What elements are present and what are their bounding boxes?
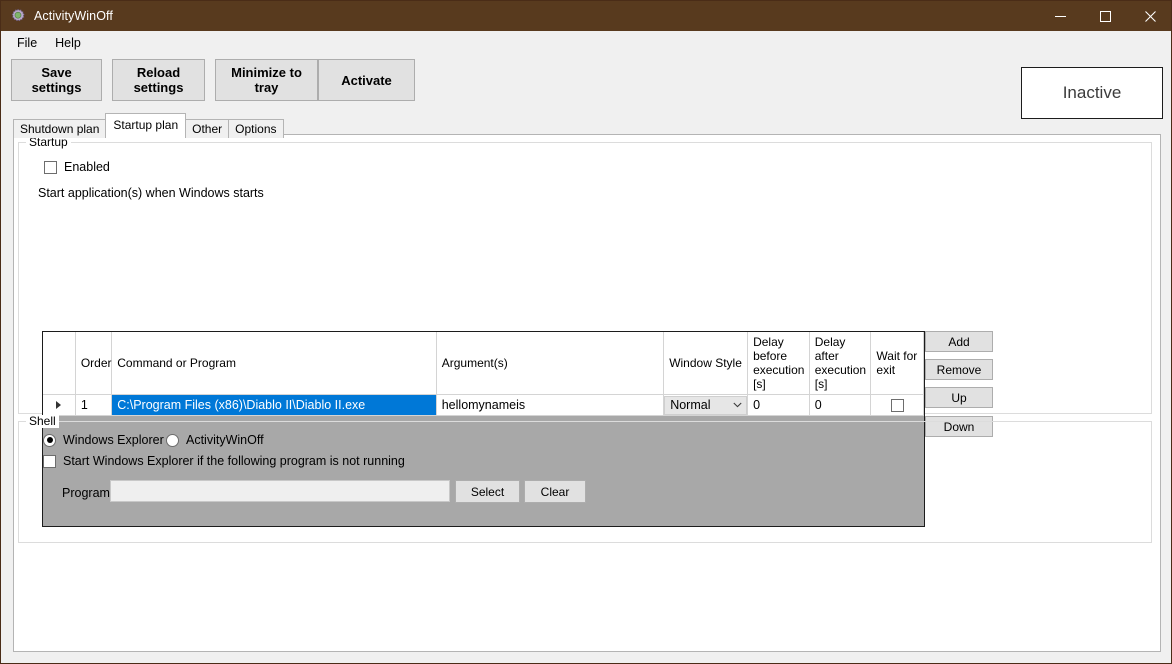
- checkbox-box: [44, 160, 57, 174]
- shell-radio-windows-explorer[interactable]: Windows Explorer: [43, 433, 164, 447]
- menu-item-file[interactable]: File: [8, 33, 46, 53]
- status-badge: Inactive: [1021, 67, 1163, 119]
- window-controls: [1038, 1, 1171, 31]
- cell-wait-for-exit[interactable]: [870, 394, 924, 416]
- start-explorer-checkbox[interactable]: Start Windows Explorer if the following …: [43, 454, 405, 468]
- window-title: ActivityWinOff: [34, 9, 113, 23]
- grid-col-arguments[interactable]: Argument(s): [436, 332, 665, 395]
- tab-options[interactable]: Options: [228, 119, 284, 138]
- tab-panel-startup-plan: Startup Enabled Start application(s) whe…: [13, 134, 1161, 652]
- grid-header-row: Order Command or Program Argument(s) Win…: [43, 332, 924, 395]
- grid-col-selector[interactable]: [43, 332, 76, 395]
- grid-col-command[interactable]: Command or Program: [111, 332, 437, 395]
- start-explorer-label: Start Windows Explorer if the following …: [63, 454, 405, 468]
- chevron-down-icon[interactable]: [729, 402, 746, 408]
- app-gear-icon: [10, 8, 26, 24]
- row-selector-cell[interactable]: [43, 394, 76, 416]
- radio-circle: [166, 433, 179, 447]
- table-row[interactable]: 1 C:\Program Files (x86)\Diablo II\Diabl…: [43, 394, 924, 416]
- startup-enabled-label: Enabled: [64, 160, 110, 174]
- tab-startup-plan[interactable]: Startup plan: [105, 113, 187, 135]
- select-button[interactable]: Select: [455, 480, 520, 503]
- grid-col-order[interactable]: Order: [75, 332, 113, 395]
- grid-col-wait-for-exit[interactable]: Wait for exit: [870, 332, 924, 395]
- radio-circle: [43, 433, 56, 447]
- tab-strip: Shutdown plan Startup plan Other Options: [13, 113, 1161, 138]
- shell-radio-activitywinoff[interactable]: ActivityWinOff: [166, 433, 264, 447]
- shell-radio-activitywinoff-label: ActivityWinOff: [186, 433, 264, 447]
- startup-enabled-checkbox[interactable]: Enabled: [44, 160, 110, 174]
- activate-button[interactable]: Activate: [318, 59, 415, 101]
- startup-instruction-label: Start application(s) when Windows starts: [38, 186, 264, 200]
- add-button[interactable]: Add: [925, 331, 993, 352]
- menu-bar: File Help: [2, 31, 1171, 54]
- cell-delay-after[interactable]: 0: [809, 394, 872, 416]
- maximize-icon[interactable]: [1083, 1, 1128, 31]
- checkbox-box: [43, 454, 56, 468]
- shell-radio-windows-explorer-label: Windows Explorer: [63, 433, 164, 447]
- menu-item-help[interactable]: Help: [46, 33, 90, 53]
- close-icon[interactable]: [1128, 1, 1171, 31]
- grid-col-delay-before[interactable]: Delay before execution [s]: [747, 332, 810, 395]
- cell-arguments[interactable]: hellomynameis: [436, 394, 665, 416]
- cell-delay-before[interactable]: 0: [747, 394, 810, 416]
- shell-group-legend: Shell: [26, 415, 59, 428]
- minimize-to-tray-button[interactable]: Minimize to tray: [215, 59, 318, 101]
- up-button[interactable]: Up: [925, 387, 993, 408]
- cell-command[interactable]: C:\Program Files (x86)\Diablo II\Diablo …: [111, 394, 437, 416]
- cell-window-style[interactable]: Normal: [663, 394, 749, 416]
- reload-settings-button[interactable]: Reload settings: [112, 59, 205, 101]
- tab-other[interactable]: Other: [185, 119, 230, 138]
- save-settings-button[interactable]: Save settings: [11, 59, 102, 101]
- grid-col-delay-after[interactable]: Delay after execution [s]: [809, 332, 872, 395]
- status-badge-label: Inactive: [1062, 83, 1122, 102]
- wait-for-exit-checkbox[interactable]: [890, 398, 904, 412]
- window-style-value: Normal: [670, 398, 711, 412]
- program-input[interactable]: [110, 480, 450, 502]
- minimize-icon[interactable]: [1038, 1, 1083, 31]
- grid-col-window-style[interactable]: Window Style: [663, 332, 749, 395]
- title-bar: ActivityWinOff: [1, 1, 1171, 31]
- remove-button[interactable]: Remove: [925, 359, 993, 380]
- row-caret-icon: [56, 401, 62, 409]
- program-label: Program: [62, 486, 110, 500]
- clear-button[interactable]: Clear: [524, 480, 586, 503]
- tab-shutdown-plan[interactable]: Shutdown plan: [13, 119, 107, 138]
- application-window: ActivityWinOff File Help Save settings R…: [0, 0, 1172, 664]
- cell-order[interactable]: 1: [75, 394, 113, 416]
